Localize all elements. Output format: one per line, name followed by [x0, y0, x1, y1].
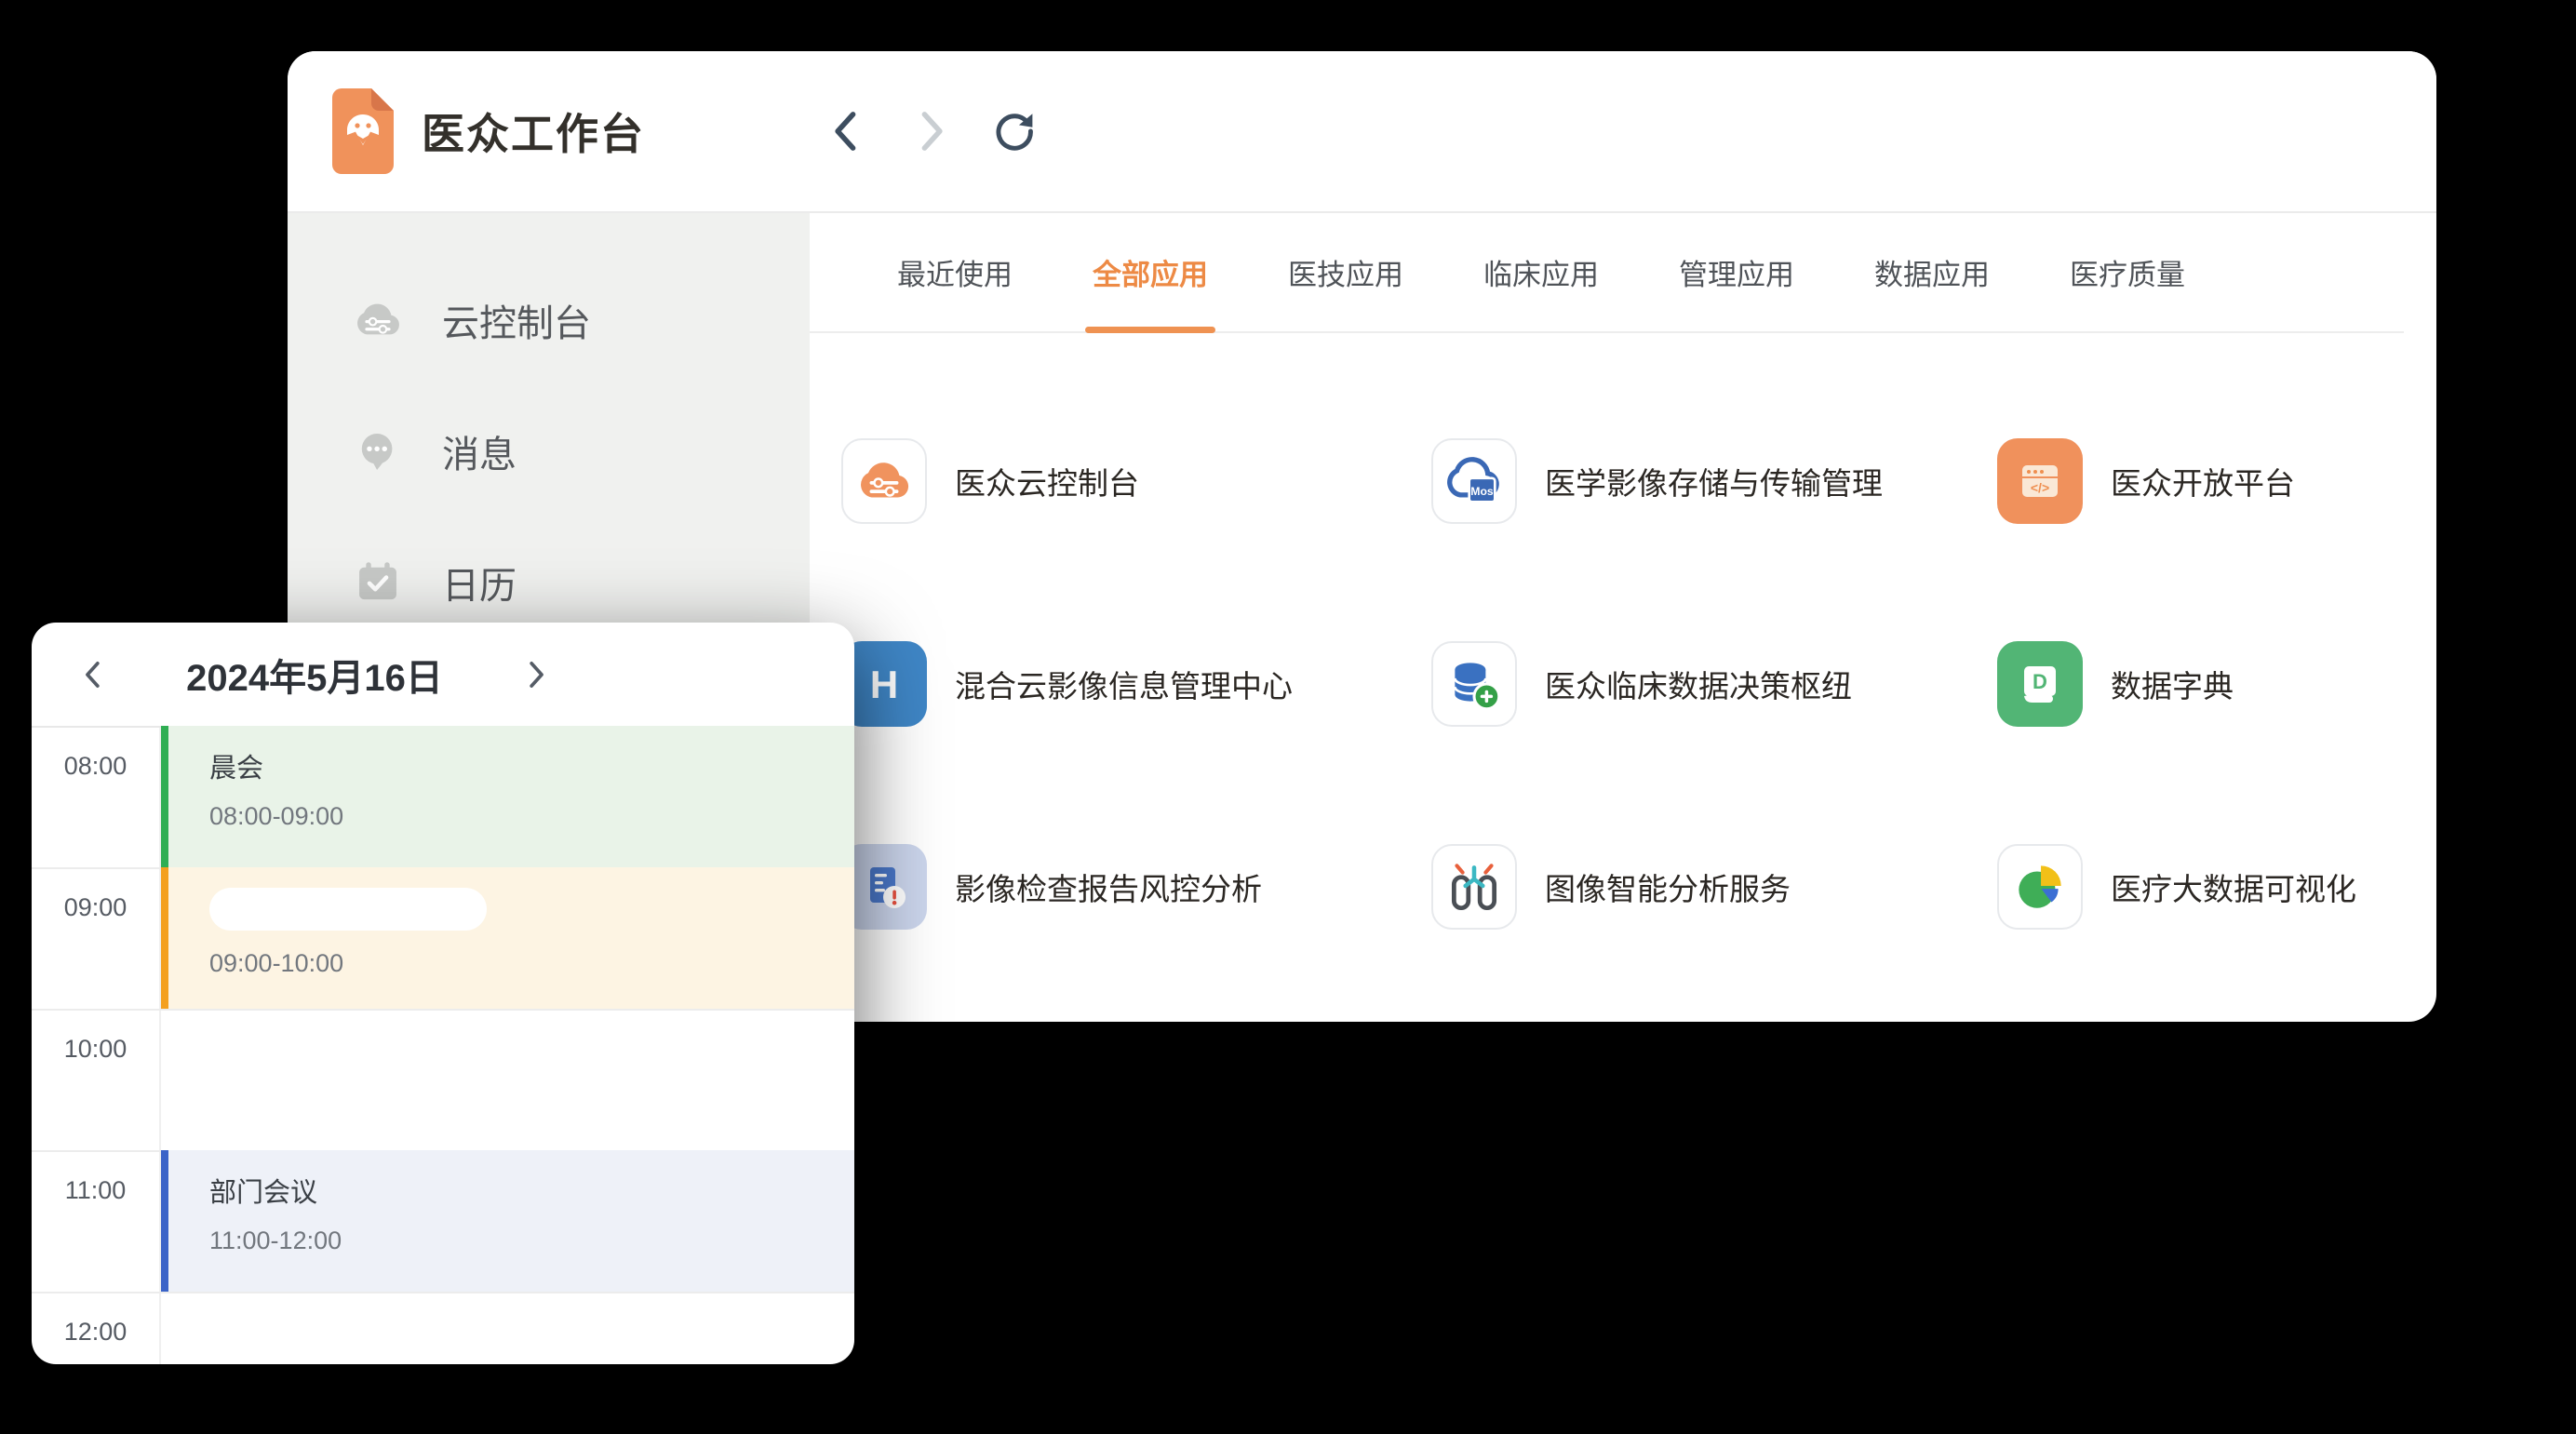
tab-all-apps[interactable]: 全部应用 — [1093, 213, 1208, 331]
pie-chart-icon — [2009, 856, 2071, 918]
sidebar-item-cloud-console[interactable]: 云控制台 — [288, 254, 810, 385]
app-image-storage[interactable]: Mos 医学影像存储与传输管理 — [1431, 380, 1997, 583]
calendar-header: 2024年5月16日 — [32, 623, 854, 728]
app-label: 图像智能分析服务 — [1545, 864, 1791, 909]
event-title: 晨会 — [209, 746, 854, 785]
letter-h-icon: H — [854, 654, 914, 714]
app-open-platform[interactable]: </> 医众开放平台 — [1997, 380, 2436, 583]
sidebar-item-label: 云控制台 — [442, 293, 591, 347]
event-time: 11:00-12:00 — [209, 1226, 854, 1255]
chevron-right-icon — [912, 110, 949, 153]
tab-data-apps[interactable]: 数据应用 — [1874, 213, 1990, 331]
app-label: 混合云影像信息管理中心 — [955, 662, 1293, 706]
time-slot[interactable]: 09:00-10:00 — [161, 869, 854, 1009]
app-label: 医众开放平台 — [2111, 459, 2295, 503]
database-plus-icon — [1443, 653, 1505, 715]
svg-text:Mos: Mos — [1470, 485, 1494, 498]
hour-row-1100: 11:00 部门会议 11:00-12:00 — [32, 1152, 854, 1293]
time-label: 12:00 — [32, 1293, 161, 1364]
back-button[interactable] — [825, 110, 868, 153]
tab-clinical-apps[interactable]: 临床应用 — [1483, 213, 1599, 331]
lungs-icon — [1443, 856, 1505, 918]
window-header: 医众工作台 — [288, 51, 2436, 213]
app-label: 医疗大数据可视化 — [2111, 864, 2356, 909]
cloud-settings-icon — [351, 293, 405, 347]
app-data-dictionary[interactable]: D 数据字典 — [1997, 583, 2436, 785]
app-image-ai-analysis[interactable]: 图像智能分析服务 — [1431, 785, 1997, 988]
report-alert-icon — [854, 857, 914, 917]
app-label: 医众临床数据决策枢纽 — [1545, 662, 1852, 706]
app-report-risk-analysis[interactable]: 影像检查报告风控分析 — [841, 785, 1431, 988]
calendar-popover: 2024年5月16日 08:00 晨会 08:00-09:00 09:00 09… — [32, 623, 854, 1364]
refresh-icon — [993, 110, 1036, 153]
calendar-check-icon — [351, 556, 405, 610]
time-slot[interactable]: 部门会议 11:00-12:00 — [161, 1152, 854, 1292]
time-slot[interactable]: 晨会 08:00-09:00 — [161, 728, 854, 867]
header-nav — [825, 51, 1036, 211]
refresh-button[interactable] — [993, 110, 1036, 153]
time-label: 08:00 — [32, 728, 161, 867]
hour-row-1000: 10:00 — [32, 1011, 854, 1152]
app-title: 医众工作台 — [422, 101, 645, 162]
app-label: 医众云控制台 — [955, 459, 1139, 503]
app-grid: 医众云控制台 Mos 医学影像存储与传输管理 — [810, 333, 2436, 988]
tab-medtech-apps[interactable]: 医技应用 — [1288, 213, 1403, 331]
svg-text:H: H — [870, 663, 898, 706]
app-label: 数据字典 — [2111, 662, 2234, 706]
calendar-date-label: 2024年5月16日 — [138, 648, 491, 702]
event-title: 部门会议 — [209, 1171, 854, 1210]
calendar-event-department-meeting[interactable]: 部门会议 11:00-12:00 — [161, 1150, 854, 1292]
hour-row-0800: 08:00 晨会 08:00-09:00 — [32, 728, 854, 869]
event-time: 09:00-10:00 — [209, 949, 854, 978]
tab-recent[interactable]: 最近使用 — [897, 213, 1013, 331]
sidebar-item-label: 日历 — [442, 556, 517, 610]
cloud-settings-icon — [853, 450, 915, 512]
app-bigdata-visualization[interactable]: 医疗大数据可视化 — [1997, 785, 2436, 988]
chat-bubble-icon — [351, 424, 405, 478]
calendar-event-morning-meeting[interactable]: 晨会 08:00-09:00 — [161, 726, 854, 867]
svg-text:</>: </> — [2031, 480, 2049, 495]
dictionary-book-icon: D — [2010, 654, 2070, 714]
calendar-prev-button[interactable] — [73, 654, 114, 695]
chevron-right-icon — [522, 659, 550, 690]
content-area: 最近使用 全部应用 医技应用 临床应用 管理应用 数据应用 医疗质量 — [810, 213, 2436, 1022]
tab-management-apps[interactable]: 管理应用 — [1679, 213, 1794, 331]
app-label: 影像检查报告风控分析 — [955, 864, 1262, 909]
calendar-event-redacted[interactable]: 09:00-10:00 — [161, 867, 854, 1009]
time-label: 09:00 — [32, 869, 161, 1009]
app-clinical-data-hub[interactable]: 医众临床数据决策枢纽 — [1431, 583, 1997, 785]
time-slot[interactable] — [161, 1011, 854, 1150]
app-logo-icon — [332, 88, 394, 174]
chevron-left-icon — [828, 110, 865, 153]
sidebar-item-messages[interactable]: 消息 — [288, 385, 810, 516]
calendar-body: 08:00 晨会 08:00-09:00 09:00 09:00-10:00 1… — [32, 728, 854, 1364]
svg-text:D: D — [2033, 670, 2047, 693]
app-cloud-console[interactable]: 医众云控制台 — [841, 380, 1431, 583]
chevron-left-icon — [79, 659, 107, 690]
forward-button[interactable] — [909, 110, 952, 153]
hour-row-0900: 09:00 09:00-10:00 — [32, 869, 854, 1011]
app-hybrid-cloud-imaging[interactable]: H 混合云影像信息管理中心 — [841, 583, 1431, 785]
tab-quality[interactable]: 医疗质量 — [2070, 213, 2185, 331]
time-slot[interactable] — [161, 1293, 854, 1364]
time-label: 11:00 — [32, 1152, 161, 1292]
app-label: 医学影像存储与传输管理 — [1545, 459, 1883, 503]
sidebar-item-label: 消息 — [442, 424, 517, 478]
hour-row-1200: 12:00 — [32, 1293, 854, 1364]
time-label: 10:00 — [32, 1011, 161, 1150]
code-browser-icon: </> — [2010, 451, 2070, 511]
tab-bar: 最近使用 全部应用 医技应用 临床应用 管理应用 数据应用 医疗质量 — [810, 213, 2404, 333]
calendar-next-button[interactable] — [516, 654, 557, 695]
cloud-mos-icon: Mos — [1442, 449, 1506, 513]
event-title-redacted-pill — [209, 888, 487, 931]
event-time: 08:00-09:00 — [209, 802, 854, 831]
